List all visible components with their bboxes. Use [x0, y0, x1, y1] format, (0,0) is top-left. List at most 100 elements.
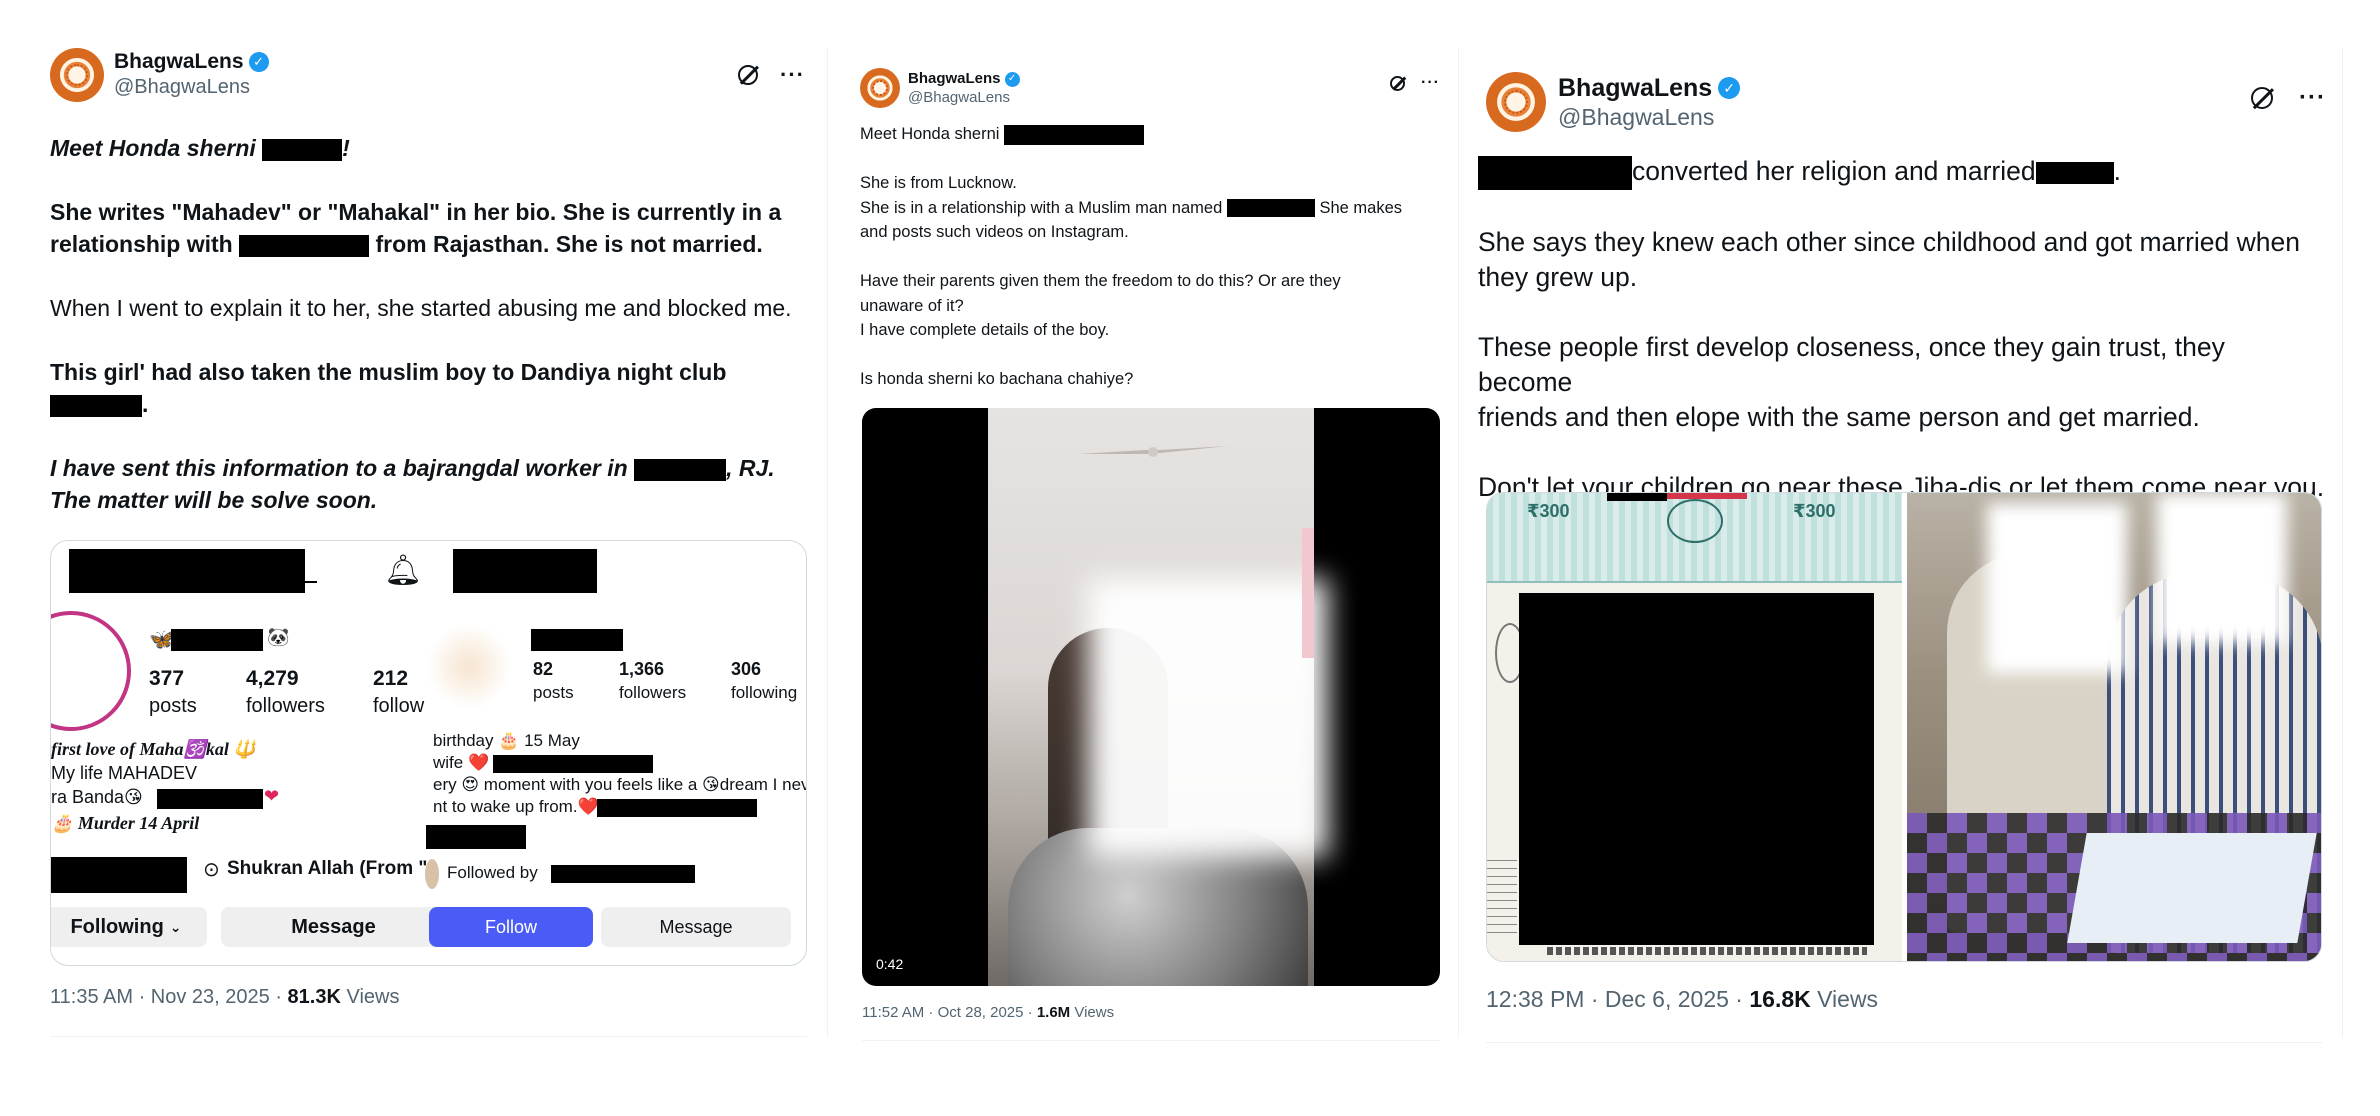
tweet-meta: 11:35 AM · Nov 23, 2025 · 81.3K Views	[50, 986, 399, 1009]
redaction	[634, 458, 727, 481]
posts-count: 377	[149, 667, 185, 690]
display-name[interactable]: BhagwaLens	[114, 50, 244, 74]
panda-icon: 🐼	[267, 627, 290, 647]
tweet-meta: 12:38 PM · Dec 6, 2025 · 16.8K Views	[1486, 986, 1878, 1013]
text-line: Meet Honda sherni	[860, 125, 1000, 143]
following-button[interactable]: Following ⌄	[51, 907, 207, 947]
views-label: Views	[1817, 986, 1879, 1012]
video-duration: 0:42	[876, 956, 904, 972]
redaction	[1607, 493, 1667, 501]
text-line: friends and then elope with the same per…	[1478, 402, 2200, 432]
photo-marriage-document[interactable]: ₹300 ₹300	[1487, 493, 1902, 961]
text-line: and posts such videos on Instagram.	[860, 223, 1129, 241]
avatar[interactable]	[860, 68, 900, 108]
video-player[interactable]: 0:42	[862, 408, 1440, 986]
followers-count[interactable]: 1,366	[619, 659, 664, 680]
heart-icon: ❤	[264, 786, 280, 806]
redaction	[453, 549, 597, 593]
redaction	[2035, 162, 2114, 184]
timestamp[interactable]: 11:52 AM · Oct 28, 2025 ·	[862, 1004, 1033, 1021]
following-label[interactable]: follow	[373, 695, 424, 718]
text-line: Have their parents given them the freedo…	[860, 272, 1341, 290]
followers-label[interactable]: followers	[619, 683, 686, 703]
followers-label[interactable]: followers	[246, 695, 325, 718]
divider	[1486, 1042, 2322, 1043]
tweet-2: BhagwaLens ✓ @BhagwaLens ··· Meet Honda …	[860, 68, 1440, 392]
text-line: She writes "Mahadev" or "Mahakal" in her…	[50, 199, 782, 225]
display-name[interactable]: BhagwaLens	[1558, 74, 1712, 102]
bio-line: birthday 🎂 15 May	[433, 731, 580, 750]
redaction	[157, 789, 263, 809]
text-line: The matter will be solve soon.	[50, 487, 378, 513]
display-name[interactable]: BhagwaLens	[908, 70, 1001, 88]
message-button[interactable]: Message	[221, 907, 446, 947]
tweet-3: BhagwaLens ✓ @BhagwaLens ··· converted h…	[1478, 72, 2326, 505]
photo-couple-signing[interactable]	[1907, 493, 2321, 961]
redaction	[426, 825, 526, 849]
blurred-face	[2157, 493, 2287, 643]
avatar[interactable]	[1486, 72, 1546, 132]
message-button[interactable]: Message	[601, 907, 791, 947]
divider	[50, 1036, 807, 1037]
text-line: they grew up.	[1478, 262, 1638, 292]
handle[interactable]: @BhagwaLens	[908, 88, 1020, 108]
play-icon[interactable]: ⊙	[203, 857, 220, 882]
tweet-header: BhagwaLens ✓ @BhagwaLens ···	[1486, 72, 2326, 132]
document-text-lines	[1487, 853, 1517, 933]
more-options-icon[interactable]: ···	[780, 62, 805, 88]
text-line: These people first develop closeness, on…	[1478, 332, 2225, 397]
text-line: .	[2113, 156, 2121, 186]
register-book	[2067, 833, 2317, 943]
bio-line: first love of Maha🕉️kal 🔱	[51, 739, 256, 759]
profile-picture[interactable]	[429, 621, 509, 711]
redaction	[531, 629, 623, 651]
handle[interactable]: @BhagwaLens	[1558, 102, 1740, 132]
posts-label: posts	[533, 683, 574, 702]
text-line: I have complete details of the boy.	[860, 321, 1110, 339]
instagram-screenshot-card[interactable]: 🔔︎ 🦋 🐼 377 posts 4,279 followers 212 fol…	[50, 540, 807, 966]
underscore-mark	[305, 581, 317, 583]
text-line: relationship with	[50, 231, 233, 257]
redaction	[239, 234, 370, 257]
following-count[interactable]: 212	[373, 667, 408, 691]
divider	[1458, 48, 1459, 1038]
wall-accent	[1302, 528, 1314, 658]
grok-icon[interactable]	[1390, 75, 1406, 91]
profile-picture-ring[interactable]	[51, 611, 131, 731]
redaction	[69, 549, 305, 593]
text-line: Meet Honda sherni	[50, 135, 256, 161]
follow-button[interactable]: Follow	[429, 907, 593, 947]
story-highlight[interactable]: Shukran Allah (From "	[227, 858, 427, 880]
grok-icon[interactable]	[738, 65, 759, 85]
grok-icon[interactable]	[2251, 87, 2274, 109]
views-count: 81.3K	[287, 986, 341, 1008]
blurred-face	[1987, 503, 2127, 673]
avatar[interactable]	[50, 48, 104, 102]
follower-avatar	[425, 859, 439, 889]
following-count[interactable]: 306	[731, 659, 761, 680]
following-label[interactable]: following	[731, 683, 797, 703]
redaction	[1519, 593, 1874, 945]
bio-line: ery 😍 moment with you feels like a 😘drea…	[433, 775, 807, 794]
handle[interactable]: @BhagwaLens	[114, 74, 269, 100]
more-options-icon[interactable]: ···	[2299, 84, 2326, 112]
bio-line: My life MAHADEV	[51, 763, 198, 783]
bio-line: nt to wake up from.❤️	[433, 797, 599, 816]
tweet-media-grid[interactable]: ₹300 ₹300	[1486, 492, 2322, 962]
tweet-text: Meet Honda sherni ! She writes "Mahadev"…	[50, 132, 805, 516]
timestamp[interactable]: 11:35 AM · Nov 23, 2025 ·	[50, 986, 282, 1008]
follow-button-label: Follow	[484, 916, 537, 937]
timestamp[interactable]: 12:38 PM · Dec 6, 2025 ·	[1486, 986, 1743, 1012]
divider	[862, 1040, 1440, 1041]
followers-count[interactable]: 4,279	[246, 667, 299, 691]
more-options-icon[interactable]: ···	[1421, 74, 1440, 92]
bio-line: 🎂 Murder 14 April	[51, 813, 200, 833]
text-line: She says they knew each other since chil…	[1478, 227, 2300, 257]
verified-badge-icon: ✓	[1718, 77, 1741, 99]
tweet-1: BhagwaLens ✓ @BhagwaLens ··· Meet Honda …	[50, 48, 805, 516]
bio-line: wife ❤️	[433, 753, 490, 772]
notification-bell-icon[interactable]: 🔔︎	[384, 553, 422, 588]
bio-line: ra Banda😘	[51, 787, 143, 807]
ceiling-fan	[1078, 444, 1228, 460]
followed-by-text[interactable]: Followed by	[447, 863, 538, 883]
